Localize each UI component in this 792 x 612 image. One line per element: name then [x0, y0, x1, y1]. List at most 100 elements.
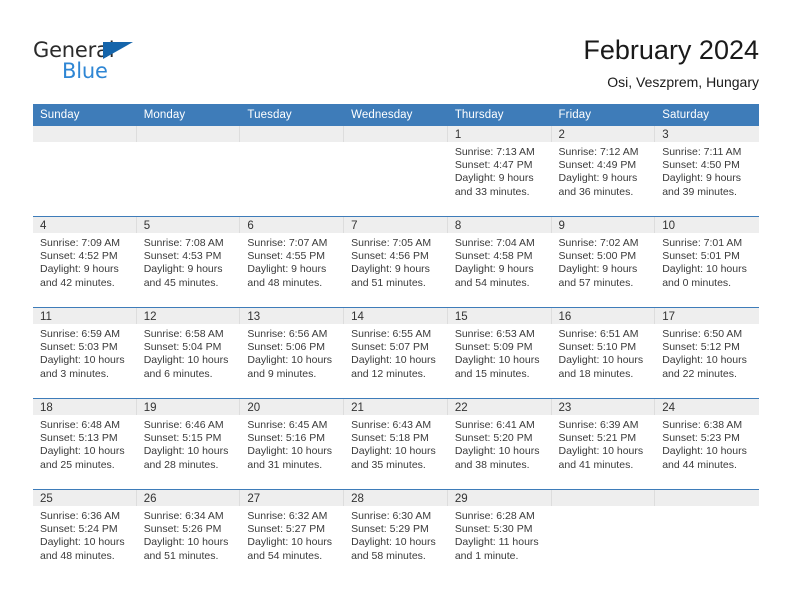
day-cell-2[interactable]: 2 Sunrise: 7:12 AM Sunset: 4:49 PM Daylight… — [551, 126, 656, 216]
day-number: 22 — [447, 399, 552, 415]
day-cell-1[interactable]: 1 Sunrise: 7:13 AM Sunset: 4:47 PM Daylight… — [447, 126, 552, 216]
sunrise-text: Sunrise: 6:48 AM — [40, 419, 120, 431]
day-details: Sunrise: 6:28 AM Sunset: 5:30 PM Daylight:… — [448, 506, 552, 563]
sunset-text: Sunset: 4:52 PM — [40, 250, 118, 263]
weekday-header-sunday: Sunday — [33, 104, 137, 126]
calendar-week-row: 11 Sunrise: 6:59 AM Sunset: 5:03 PM Dayligh… — [33, 307, 759, 399]
day-details: Sunrise: 7:02 AM Sunset: 5:00 PM Daylight:… — [552, 233, 656, 290]
day-cell-11[interactable]: 11 Sunrise: 6:59 AM Sunset: 5:03 PM Dayligh… — [33, 308, 137, 398]
sunset-text: Sunset: 5:16 PM — [247, 432, 326, 445]
sunrise-text: Sunrise: 6:45 AM — [247, 419, 328, 431]
day-cell-empty — [240, 126, 345, 216]
calendar-week-row: 18 Sunrise: 6:48 AM Sunset: 5:13 PM Dayligh… — [33, 398, 759, 490]
sunset-text: Sunset: 4:56 PM — [351, 250, 429, 263]
calendar-cell: 22 Sunrise: 6:41 AM Sunset: 5:20 PM Dayligh… — [447, 398, 552, 490]
daylight-text-line2: and 48 minutes. — [247, 276, 323, 289]
daylight-text-line2: and 57 minutes. — [558, 276, 634, 289]
calendar-cell: 10 Sunrise: 7:01 AM Sunset: 5:01 PM Dayligh… — [655, 216, 759, 308]
daylight-text-line1: Daylight: 10 hours — [351, 354, 436, 367]
day-cell-29[interactable]: 29 Sunrise: 6:28 AM Sunset: 5:30 PM Dayligh… — [447, 490, 552, 580]
day-cell-18[interactable]: 18 Sunrise: 6:48 AM Sunset: 5:13 PM Dayligh… — [33, 399, 137, 489]
day-cell-27[interactable]: 27 Sunrise: 6:32 AM Sunset: 5:27 PM Dayligh… — [240, 490, 345, 580]
day-number: 21 — [344, 399, 448, 415]
day-cell-9[interactable]: 9 Sunrise: 7:02 AM Sunset: 5:00 PM Daylight… — [551, 217, 656, 307]
day-number — [344, 126, 448, 142]
day-details: Sunrise: 6:36 AM Sunset: 5:24 PM Daylight:… — [33, 506, 137, 563]
day-cell-16[interactable]: 16 Sunrise: 6:51 AM Sunset: 5:10 PM Dayligh… — [551, 308, 656, 398]
day-details: Sunrise: 7:11 AM Sunset: 4:50 PM Daylight:… — [655, 142, 759, 199]
daylight-text-line1: Daylight: 10 hours — [143, 354, 229, 367]
daylight-text-line1: Daylight: 10 hours — [351, 536, 436, 549]
day-cell-3[interactable]: 3 Sunrise: 7:11 AM Sunset: 4:50 PM Daylight… — [655, 126, 759, 216]
calendar-cell: 11 Sunrise: 6:59 AM Sunset: 5:03 PM Dayligh… — [33, 307, 137, 399]
day-number: 29 — [447, 490, 552, 506]
daylight-text-line1: Daylight: 9 hours — [454, 172, 534, 185]
day-cell-25[interactable]: 25 Sunrise: 6:36 AM Sunset: 5:24 PM Dayligh… — [33, 490, 137, 580]
day-cell-22[interactable]: 22 Sunrise: 6:41 AM Sunset: 5:20 PM Dayligh… — [447, 399, 552, 489]
day-cell-12[interactable]: 12 Sunrise: 6:58 AM Sunset: 5:04 PM Dayligh… — [136, 308, 241, 398]
day-cell-17[interactable]: 17 Sunrise: 6:50 AM Sunset: 5:12 PM Dayligh… — [655, 308, 759, 398]
day-cell-24[interactable]: 24 Sunrise: 6:38 AM Sunset: 5:23 PM Dayligh… — [655, 399, 759, 489]
day-cell-10[interactable]: 10 Sunrise: 7:01 AM Sunset: 5:01 PM Dayligh… — [655, 217, 759, 307]
day-cell-20[interactable]: 20 Sunrise: 6:45 AM Sunset: 5:16 PM Dayligh… — [240, 399, 345, 489]
day-cell-empty — [33, 126, 137, 216]
day-cell-21[interactable]: 21 Sunrise: 6:43 AM Sunset: 5:18 PM Dayligh… — [344, 399, 448, 489]
weekday-header-friday: Friday — [551, 104, 656, 126]
day-cell-28[interactable]: 28 Sunrise: 6:30 AM Sunset: 5:29 PM Dayligh… — [344, 490, 448, 580]
day-cell-14[interactable]: 14 Sunrise: 6:55 AM Sunset: 5:07 PM Dayligh… — [344, 308, 448, 398]
calendar-cell: 2 Sunrise: 7:12 AM Sunset: 4:49 PM Daylight… — [551, 126, 656, 217]
sunrise-text: Sunrise: 6:32 AM — [247, 510, 328, 522]
sunset-text: Sunset: 5:13 PM — [40, 432, 118, 445]
day-cell-15[interactable]: 15 Sunrise: 6:53 AM Sunset: 5:09 PM Dayligh… — [447, 308, 552, 398]
daylight-text-line1: Daylight: 9 hours — [662, 172, 742, 185]
sunset-text: Sunset: 5:20 PM — [454, 432, 533, 445]
day-cell-13[interactable]: 13 Sunrise: 6:56 AM Sunset: 5:06 PM Dayligh… — [240, 308, 345, 398]
sunrise-text: Sunrise: 6:55 AM — [351, 328, 432, 340]
sunrise-text: Sunrise: 7:04 AM — [454, 237, 535, 249]
day-number: 3 — [655, 126, 759, 142]
day-number: 18 — [33, 399, 137, 415]
logo-top-row: General — [33, 38, 213, 62]
day-number: 1 — [447, 126, 552, 142]
calendar-week-row: 4 Sunrise: 7:09 AM Sunset: 4:52 PM Daylight… — [33, 216, 759, 308]
sunrise-text: Sunrise: 7:11 AM — [662, 146, 742, 158]
calendar-body: 1 Sunrise: 7:13 AM Sunset: 4:47 PM Daylight… — [33, 126, 759, 580]
daylight-text-line2: and 39 minutes. — [662, 185, 737, 198]
sunset-text: Sunset: 5:07 PM — [351, 341, 429, 354]
daylight-text-line1: Daylight: 10 hours — [143, 445, 229, 458]
day-number: 14 — [344, 308, 448, 324]
logo-text-blue: Blue — [62, 59, 108, 83]
calendar-cell: 4 Sunrise: 7:09 AM Sunset: 4:52 PM Daylight… — [33, 216, 137, 308]
day-number: 24 — [655, 399, 759, 415]
logo-triangle-icon — [103, 42, 133, 59]
calendar-cell: 16 Sunrise: 6:51 AM Sunset: 5:10 PM Dayligh… — [551, 307, 656, 399]
weekday-header-wednesday: Wednesday — [344, 104, 448, 126]
day-cell-5[interactable]: 5 Sunrise: 7:08 AM Sunset: 4:53 PM Daylight… — [136, 217, 241, 307]
day-number: 4 — [33, 217, 137, 233]
sunset-text: Sunset: 4:50 PM — [662, 159, 740, 172]
day-cell-23[interactable]: 23 Sunrise: 6:39 AM Sunset: 5:21 PM Dayligh… — [551, 399, 656, 489]
page-subtitle-location: Osi, Veszprem, Hungary — [607, 74, 759, 90]
sunrise-text: Sunrise: 6:50 AM — [662, 328, 743, 340]
calendar-cell: 5 Sunrise: 7:08 AM Sunset: 4:53 PM Daylight… — [136, 216, 241, 308]
sunset-text: Sunset: 5:21 PM — [558, 432, 637, 445]
day-cell-7[interactable]: 7 Sunrise: 7:05 AM Sunset: 4:56 PM Daylight… — [344, 217, 448, 307]
calendar-table: Sunday Monday Tuesday Wednesday Thursday Frid… — [33, 104, 759, 580]
day-cell-19[interactable]: 19 Sunrise: 6:46 AM Sunset: 5:15 PM Dayligh… — [136, 399, 241, 489]
daylight-text-line2: and 54 minutes. — [454, 276, 530, 289]
sunrise-text: Sunrise: 7:07 AM — [247, 237, 328, 249]
day-cell-26[interactable]: 26 Sunrise: 6:34 AM Sunset: 5:26 PM Dayligh… — [136, 490, 241, 580]
sunrise-text: Sunrise: 6:36 AM — [40, 510, 120, 522]
day-cell-8[interactable]: 8 Sunrise: 7:04 AM Sunset: 4:58 PM Daylight… — [447, 217, 552, 307]
general-blue-logo[interactable]: General Blue — [33, 38, 213, 86]
sunset-text: Sunset: 5:15 PM — [143, 432, 222, 445]
daylight-text-line1: Daylight: 10 hours — [247, 536, 333, 549]
calendar-cell: 27 Sunrise: 6:32 AM Sunset: 5:27 PM Dayligh… — [240, 489, 345, 580]
day-details: Sunrise: 7:13 AM Sunset: 4:47 PM Daylight:… — [448, 142, 552, 199]
day-cell-4[interactable]: 4 Sunrise: 7:09 AM Sunset: 4:52 PM Daylight… — [33, 217, 137, 307]
day-cell-6[interactable]: 6 Sunrise: 7:07 AM Sunset: 4:55 PM Daylight… — [240, 217, 345, 307]
day-details: Sunrise: 6:48 AM Sunset: 5:13 PM Daylight:… — [33, 415, 137, 472]
daylight-text-line2: and 3 minutes. — [40, 367, 109, 380]
sunset-text: Sunset: 4:49 PM — [558, 159, 637, 172]
daylight-text-line2: and 6 minutes. — [143, 367, 213, 380]
